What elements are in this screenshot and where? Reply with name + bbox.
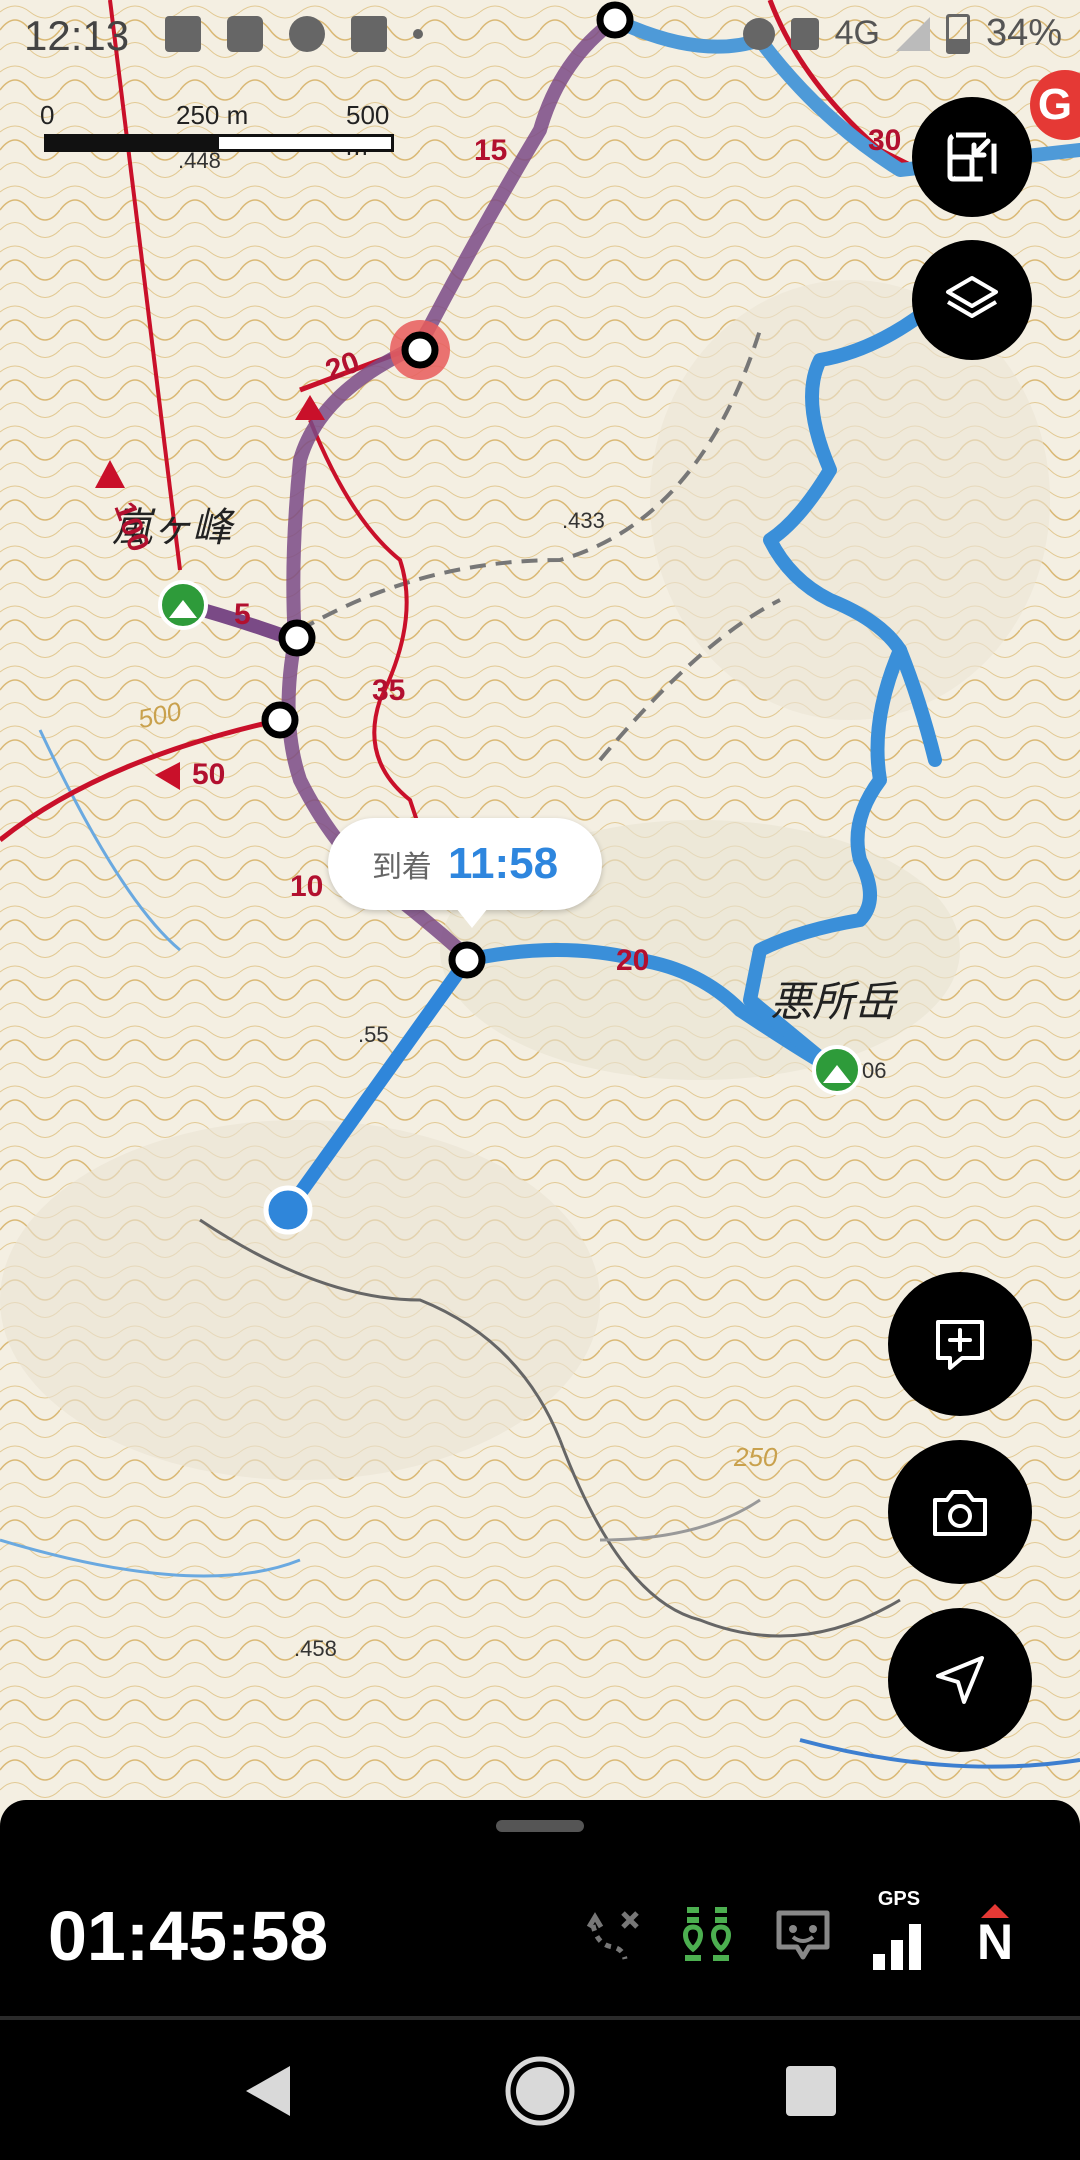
network-type: 4G — [834, 14, 880, 52]
layers-icon — [946, 276, 998, 318]
image-icon — [165, 16, 201, 52]
arrival-time: 11:58 — [447, 839, 559, 888]
add-memo-icon — [936, 1320, 984, 1370]
elevation-label: .55 — [358, 1022, 389, 1047]
scale-label-mid: 250 m — [176, 100, 249, 130]
qr-icon — [351, 16, 387, 52]
navigate-icon — [936, 1656, 984, 1704]
panel-drag-handle[interactable] — [496, 1820, 584, 1832]
battery-level: 34% — [985, 12, 1062, 54]
scale-label-max: 500 m — [346, 100, 390, 161]
key-icon — [790, 17, 819, 50]
camera-button[interactable] — [888, 1440, 1032, 1584]
home-icon[interactable] — [503, 2054, 577, 2128]
exit-fullscreen-icon — [947, 132, 997, 182]
my-au-icon — [227, 16, 263, 52]
signal-icon — [895, 16, 930, 51]
status-bar: 12:13 4G 34% — [0, 0, 1080, 72]
compass-icon[interactable]: N — [960, 1900, 1030, 1970]
elevation-label: 06 — [862, 1058, 887, 1083]
route-time-label: 20 — [616, 944, 650, 977]
system-icons: 4G 34% — [742, 12, 1062, 55]
arrival-time-bubble[interactable]: 到着 11:58 — [328, 818, 602, 928]
route-time-label: 5 — [234, 598, 251, 631]
message-icon[interactable] — [768, 1900, 838, 1970]
peak-icon[interactable] — [812, 1045, 862, 1095]
navigate-button[interactable] — [888, 1608, 1032, 1752]
route-time-label: 10 — [290, 870, 324, 903]
peak-icon[interactable] — [158, 580, 208, 630]
route-time-label: 50 — [192, 758, 226, 791]
back-icon[interactable] — [232, 2054, 306, 2128]
goal-marker[interactable]: G — [1030, 70, 1080, 140]
status-time: 12:13 — [24, 12, 130, 59]
exit-fullscreen-button[interactable] — [912, 97, 1032, 217]
compass-north-label: N — [976, 1914, 1014, 1970]
elapsed-time: 01:45:58 — [48, 1897, 329, 1975]
brightness-icon — [289, 16, 325, 52]
route-time-label: 35 — [372, 674, 406, 707]
alarm-icon — [742, 17, 775, 50]
notification-icons — [165, 16, 423, 52]
gps-label: GPS — [877, 1888, 921, 1910]
route-time-label: 30 — [868, 124, 902, 157]
arrival-label: 到着 — [371, 851, 432, 884]
scale-label-zero: 0 — [40, 100, 55, 130]
peak-label: 悪所岳 — [770, 977, 897, 1026]
add-memo-button[interactable] — [888, 1272, 1032, 1416]
battery-icon — [945, 13, 970, 54]
camera-icon — [933, 1490, 987, 1536]
contour-label: 250 — [734, 1442, 778, 1472]
elevation-label: .433 — [562, 508, 605, 533]
layers-button[interactable] — [912, 240, 1032, 360]
system-navigation-bar — [0, 2020, 1080, 2160]
route-time-label: 15 — [474, 134, 508, 167]
companions-icon[interactable] — [672, 1900, 742, 1970]
dot-icon — [413, 29, 423, 39]
scale-bar — [44, 134, 394, 152]
gps-signal-icon[interactable]: GPS — [864, 1888, 934, 1970]
tracking-panel[interactable]: 01:45:58 GPS N — [0, 1800, 1080, 2018]
elevation-label: .458 — [294, 1636, 337, 1661]
recents-icon[interactable] — [774, 2054, 848, 2128]
route-off-icon[interactable] — [578, 1900, 648, 1970]
